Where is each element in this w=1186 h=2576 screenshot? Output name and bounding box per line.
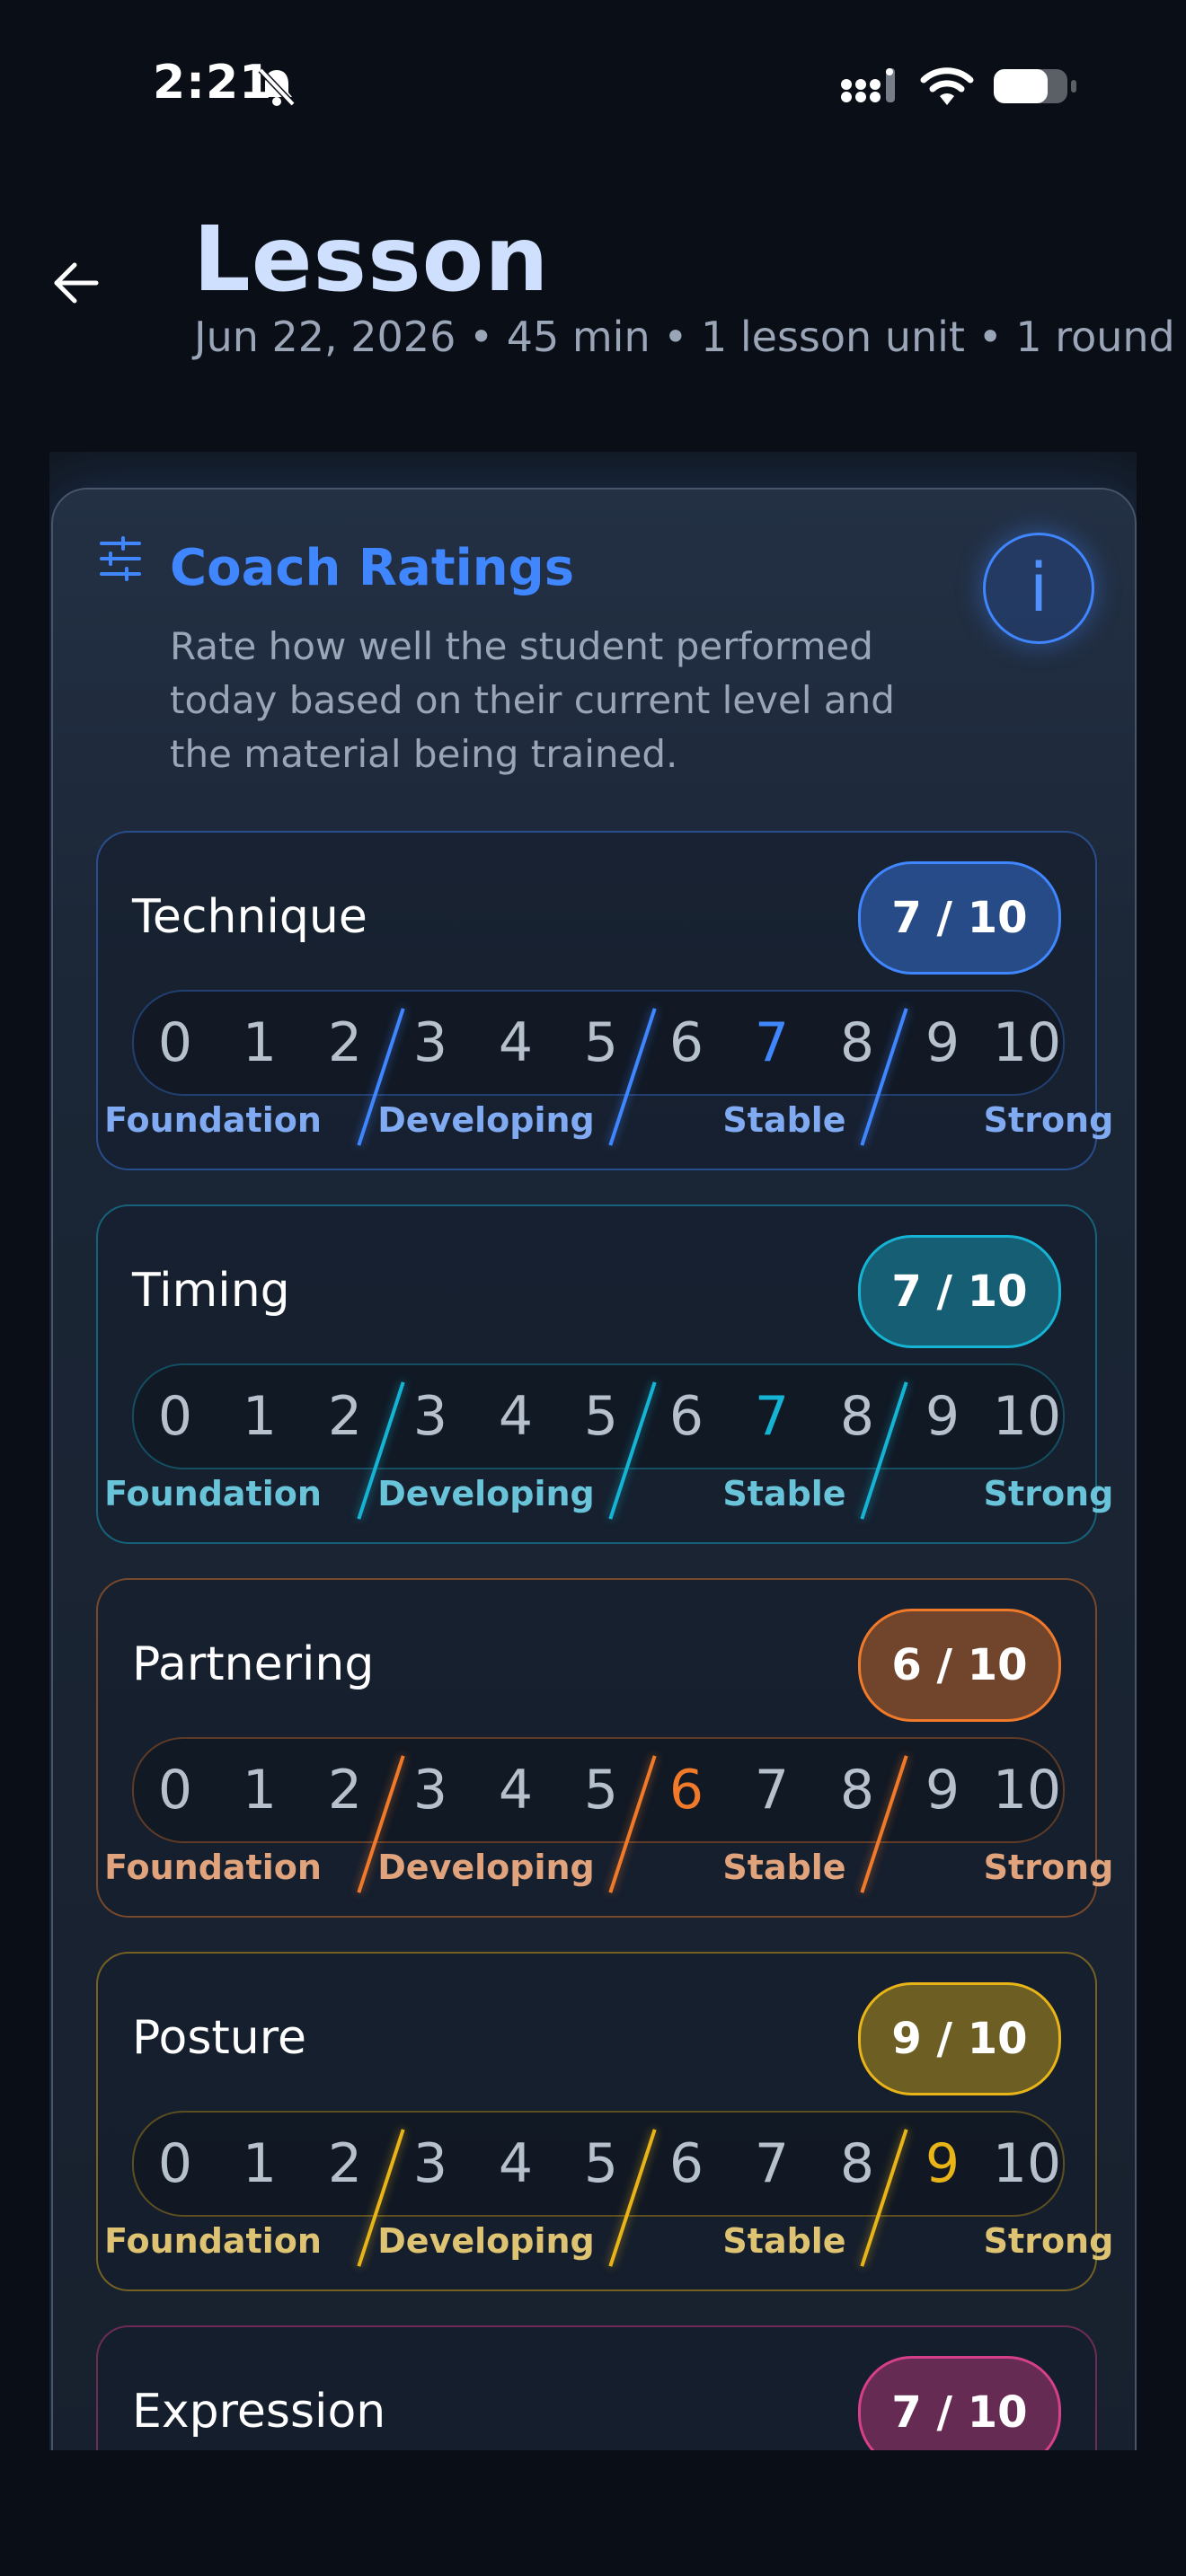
scale-option-5[interactable]: 5	[565, 1739, 637, 1841]
band-label-strong: Strong	[983, 1100, 1114, 1140]
content-sheet: Coach Ratings Rate how well the student …	[49, 452, 1137, 2450]
scale-option-4[interactable]: 4	[480, 1739, 552, 1841]
scale-option-0[interactable]: 0	[139, 2113, 211, 2215]
page-title: Lesson	[193, 207, 550, 312]
band-label-strong: Strong	[983, 2221, 1114, 2261]
rating-value-badge: 7 / 10	[858, 861, 1061, 975]
scale-option-10[interactable]: 10	[991, 1739, 1063, 1841]
scale-option-10[interactable]: 10	[991, 2113, 1063, 2215]
rating-timing: Timing 7 / 10 0 1 2 3 4 5 6 7 8 9 10 Foundation Develo…	[96, 1204, 1113, 1544]
rating-label: Partnering	[132, 1637, 375, 1691]
arrow-left-icon	[54, 262, 99, 304]
rating-label: Timing	[132, 1264, 290, 1318]
page-header: Lesson Jun 22, 2026 • 45 min • 1 lesson …	[0, 180, 1186, 404]
scale-option-1[interactable]: 1	[224, 2113, 296, 2215]
band-label-developing: Developing	[377, 1474, 595, 1513]
rating-label: Expression	[132, 2385, 386, 2439]
rating-scale: 0 1 2 3 4 5 6 7 8 9 10	[132, 990, 1065, 1146]
rating-technique: Technique 7 / 10 0 1 2 3 4 5 6 7 8 9 10 Foundation Dev…	[96, 831, 1113, 1170]
wifi-icon	[920, 67, 974, 105]
scale-option-0[interactable]: 0	[139, 992, 211, 1094]
scale-option-7[interactable]: 7	[736, 1739, 808, 1841]
scale-option-4[interactable]: 4	[480, 992, 552, 1094]
card-description: Rate how well the student performed toda…	[170, 624, 895, 776]
scale-option-3[interactable]: 3	[394, 992, 466, 1094]
scale-option-6[interactable]: 6	[651, 1365, 722, 1468]
scale-option-2[interactable]: 2	[309, 2113, 381, 2215]
card-title: Coach Ratings	[170, 539, 575, 597]
info-button[interactable]: i	[983, 533, 1094, 644]
sliders-icon	[100, 536, 141, 581]
rating-label: Posture	[132, 2011, 306, 2065]
scale-option-1[interactable]: 1	[224, 992, 296, 1094]
scale-option-4[interactable]: 4	[480, 1365, 552, 1468]
band-label-foundation: Foundation	[104, 1100, 322, 1140]
band-label-stable: Stable	[722, 2221, 846, 2261]
rating-expression: Expression7 / 10012345678910FoundationDe…	[96, 2325, 1097, 2450]
scale-option-2[interactable]: 2	[309, 1365, 381, 1468]
scale-option-2[interactable]: 2	[309, 992, 381, 1094]
band-label-foundation: Foundation	[104, 1848, 322, 1887]
rating-scale: 0 1 2 3 4 5 6 7 8 9 10	[132, 2111, 1065, 2267]
back-button[interactable]	[45, 251, 108, 314]
rating-scale: 0 1 2 3 4 5 6 7 8 9 10	[132, 1363, 1065, 1520]
scale-option-9[interactable]: 9	[907, 1739, 978, 1841]
scale-option-3[interactable]: 3	[394, 1365, 466, 1468]
rating-partnering: Partnering 6 / 10 0 1 2 3 4 5 6 7 8 9 10 Foundation De…	[96, 1578, 1113, 1918]
scale-option-0[interactable]: 0	[139, 1739, 211, 1841]
rating-posture: Posture 9 / 10 0 1 2 3 4 5 6 7 8 9 10 Foundation Devel…	[96, 1952, 1113, 2291]
scale-option-6[interactable]: 6	[648, 1739, 725, 1841]
band-label-stable: Stable	[722, 1474, 846, 1513]
scale-option-1[interactable]: 1	[224, 1365, 296, 1468]
rating-value-badge: 6 / 10	[858, 1609, 1061, 1722]
band-label-strong: Strong	[983, 1474, 1114, 1513]
scale-option-5[interactable]: 5	[565, 1365, 637, 1468]
scale-option-3[interactable]: 3	[394, 1739, 466, 1841]
scale-option-6[interactable]: 6	[651, 992, 722, 1094]
coach-ratings-card: Coach Ratings Rate how well the student …	[51, 488, 1137, 2450]
scale-option-7[interactable]: 7	[733, 1365, 810, 1468]
scale-option-9[interactable]: 9	[907, 1365, 978, 1468]
scale-option-7[interactable]: 7	[733, 992, 810, 1094]
scale-option-1[interactable]: 1	[224, 1739, 296, 1841]
scale-option-9[interactable]: 9	[904, 2113, 981, 2215]
scale-option-9[interactable]: 9	[907, 992, 978, 1094]
rating-value-badge: 9 / 10	[858, 1982, 1061, 2095]
scale-option-6[interactable]: 6	[651, 2113, 722, 2215]
scale-option-7[interactable]: 7	[736, 2113, 808, 2215]
rating-scale: 0 1 2 3 4 5 6 7 8 9 10	[132, 1737, 1065, 1893]
scale-option-3[interactable]: 3	[394, 2113, 466, 2215]
battery-icon	[994, 69, 1076, 103]
band-label-stable: Stable	[722, 1848, 846, 1887]
band-label-developing: Developing	[377, 2221, 595, 2261]
band-label-strong: Strong	[983, 1848, 1114, 1887]
scale-option-2[interactable]: 2	[309, 1739, 381, 1841]
scale-option-10[interactable]: 10	[991, 992, 1063, 1094]
rating-value-badge: 7 / 10	[858, 2356, 1061, 2450]
scale-option-5[interactable]: 5	[565, 2113, 637, 2215]
band-label-developing: Developing	[377, 1100, 595, 1140]
band-label-foundation: Foundation	[104, 2221, 322, 2261]
scale-option-5[interactable]: 5	[565, 992, 637, 1094]
signal-icon	[841, 68, 895, 102]
bell-slash-icon	[258, 67, 296, 107]
scale-option-10[interactable]: 10	[991, 1365, 1063, 1468]
band-label-stable: Stable	[722, 1100, 846, 1140]
status-bar: 2:21	[0, 0, 1186, 171]
band-label-developing: Developing	[377, 1848, 595, 1887]
rating-value-badge: 7 / 10	[858, 1235, 1061, 1348]
scale-option-4[interactable]: 4	[480, 2113, 552, 2215]
band-label-foundation: Foundation	[104, 1474, 322, 1513]
scale-option-0[interactable]: 0	[139, 1365, 211, 1468]
lesson-meta: Jun 22, 2026 • 45 min • 1 lesson unit • …	[194, 313, 1175, 361]
rating-label: Technique	[132, 890, 367, 944]
